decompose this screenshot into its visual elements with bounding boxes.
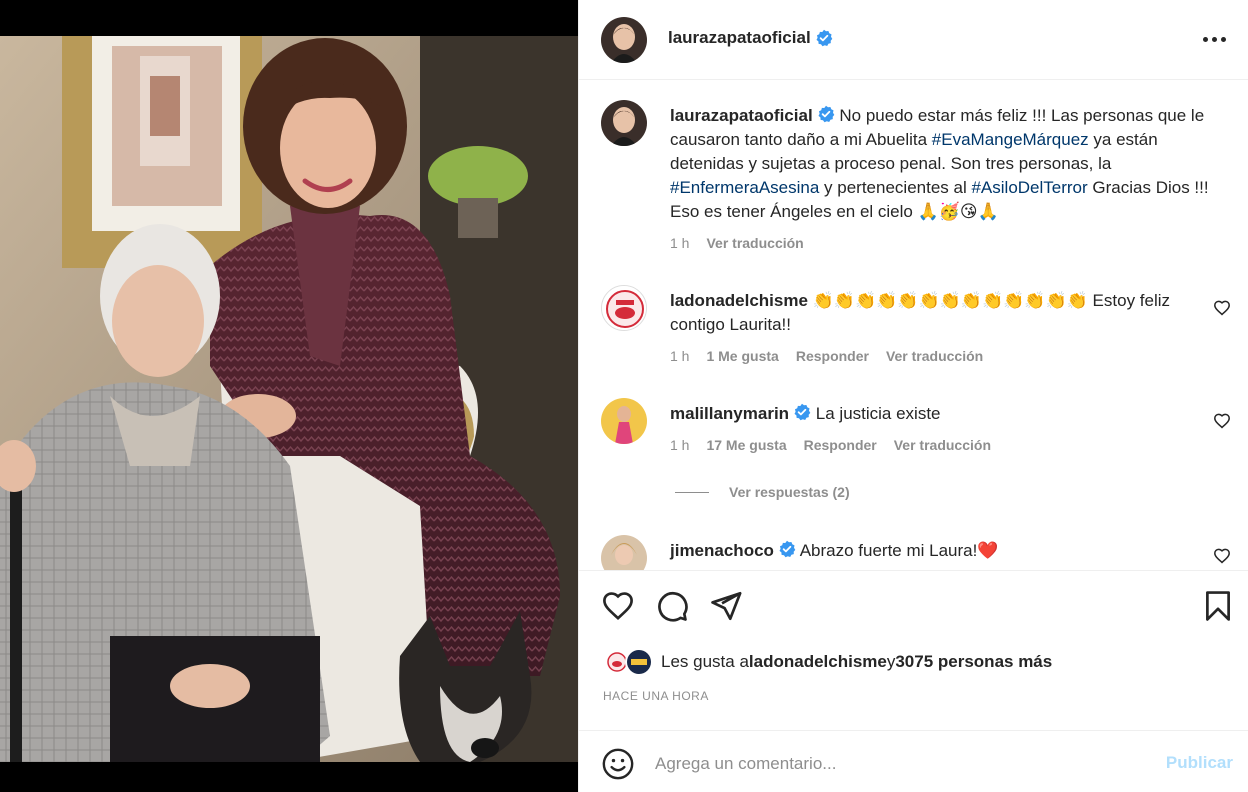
post-timestamp[interactable]: HACE UNA HORA	[603, 689, 709, 703]
commenter-avatar[interactable]	[601, 398, 647, 444]
post-photo-panel	[0, 0, 578, 792]
verified-badge-icon	[794, 403, 811, 421]
dot-icon	[1211, 36, 1217, 42]
comment-meta: 1 h 1 Me gusta Responder Ver traducción	[670, 348, 983, 364]
comment-body: Abrazo fuerte mi Laura!❤️	[795, 541, 999, 560]
caption-time[interactable]: 1 h	[670, 235, 689, 251]
comment-meta: 1 h 17 Me gusta Responder Ver traducción	[670, 437, 991, 453]
likes-middle: y	[886, 652, 896, 671]
comment-text: ladonadelchisme 👏👏👏👏👏👏👏👏👏👏👏👏👏 Estoy feli…	[670, 289, 1190, 337]
save-bookmark-icon[interactable]	[1201, 589, 1235, 623]
like-comment-heart-icon[interactable]	[1213, 412, 1231, 430]
post-photo[interactable]	[0, 36, 578, 762]
post-side-panel: laurazapataoficial laurazapataoficial No…	[578, 0, 1248, 792]
reply-button[interactable]: Responder	[804, 437, 877, 453]
caption-username[interactable]: laurazapataoficial	[670, 106, 813, 125]
commenter-avatar[interactable]	[601, 285, 647, 331]
commenter-avatar[interactable]	[601, 535, 647, 570]
emoji-smiley-icon[interactable]	[601, 747, 635, 781]
dot-icon	[1220, 36, 1226, 42]
liker-avatars	[603, 648, 655, 676]
see-translation-link[interactable]: Ver traducción	[886, 348, 983, 364]
liker-avatar[interactable]	[625, 648, 653, 676]
add-comment-bar: Publicar	[579, 730, 1248, 792]
view-replies-label: Ver respuestas (2)	[729, 484, 850, 500]
comment-body: La justicia existe	[811, 404, 941, 423]
post-header: laurazapataoficial	[579, 0, 1248, 80]
caption: laurazapataoficial No puedo estar más fe…	[601, 100, 1231, 280]
comment-likes[interactable]: 17 Me gusta	[706, 437, 786, 453]
comment-likes[interactable]: 1 Me gusta	[706, 348, 778, 364]
commenter-username[interactable]: malillanymarin	[670, 404, 789, 423]
post-actions: Les gusta a ladonadelchisme y 3075 perso…	[579, 570, 1248, 720]
likes-count[interactable]: 3075 personas más	[895, 652, 1052, 672]
replies-divider	[675, 491, 709, 493]
reply-button[interactable]: Responder	[796, 348, 869, 364]
caption-text-part: y pertenecientes al	[819, 178, 972, 197]
caption-text: laurazapataoficial No puedo estar más fe…	[670, 104, 1230, 224]
comment-text: malillanymarin La justicia existe	[670, 402, 1230, 426]
caption-meta: 1 h Ver traducción	[670, 235, 804, 251]
share-send-icon[interactable]	[709, 589, 743, 623]
dot-icon	[1202, 36, 1208, 42]
verified-badge-icon	[816, 29, 832, 47]
likes-prefix: Les gusta a	[661, 652, 749, 671]
caption-avatar[interactable]	[601, 100, 647, 146]
more-options-button[interactable]	[1199, 26, 1229, 52]
view-replies-button[interactable]: Ver respuestas (2)	[675, 484, 850, 500]
commenter-username[interactable]: ladonadelchisme	[670, 291, 808, 310]
verified-badge-icon	[779, 540, 796, 558]
comment: malillanymarin La justicia existe 1 h 17…	[601, 398, 1231, 458]
likes-summary: Les gusta a ladonadelchisme y 3075 perso…	[603, 648, 1052, 676]
comment: jimenachoco Abrazo fuerte mi Laura!❤️	[601, 535, 1231, 570]
comment-input[interactable]	[655, 751, 1135, 777]
like-comment-heart-icon[interactable]	[1213, 547, 1231, 565]
like-heart-icon[interactable]	[601, 589, 635, 623]
comment-bubble-icon[interactable]	[655, 589, 689, 623]
liker-username[interactable]: ladonadelchisme	[749, 652, 887, 672]
verified-badge-icon	[818, 105, 834, 123]
see-translation-link[interactable]: Ver traducción	[894, 437, 991, 453]
author-avatar[interactable]	[601, 17, 647, 63]
like-comment-heart-icon[interactable]	[1213, 299, 1231, 317]
author-name-row: laurazapataoficial	[668, 28, 833, 48]
publish-button[interactable]: Publicar	[1166, 753, 1233, 773]
hashtag-link[interactable]: #AsiloDelTerror	[971, 178, 1087, 197]
author-username[interactable]: laurazapataoficial	[668, 28, 811, 48]
photo-illustration	[0, 36, 578, 762]
comment-time[interactable]: 1 h	[670, 348, 689, 364]
hashtag-link[interactable]: #EnfermeraAsesina	[670, 178, 819, 197]
hashtag-link[interactable]: #EvaMangeMárquez	[932, 130, 1089, 149]
see-translation-link[interactable]: Ver traducción	[706, 235, 803, 251]
commenter-username[interactable]: jimenachoco	[670, 541, 774, 560]
comment-text: jimenachoco Abrazo fuerte mi Laura!❤️	[670, 539, 1230, 563]
comment-time[interactable]: 1 h	[670, 437, 689, 453]
comments-feed[interactable]: laurazapataoficial No puedo estar más fe…	[579, 80, 1248, 570]
comment: ladonadelchisme 👏👏👏👏👏👏👏👏👏👏👏👏👏 Estoy feli…	[601, 285, 1231, 375]
